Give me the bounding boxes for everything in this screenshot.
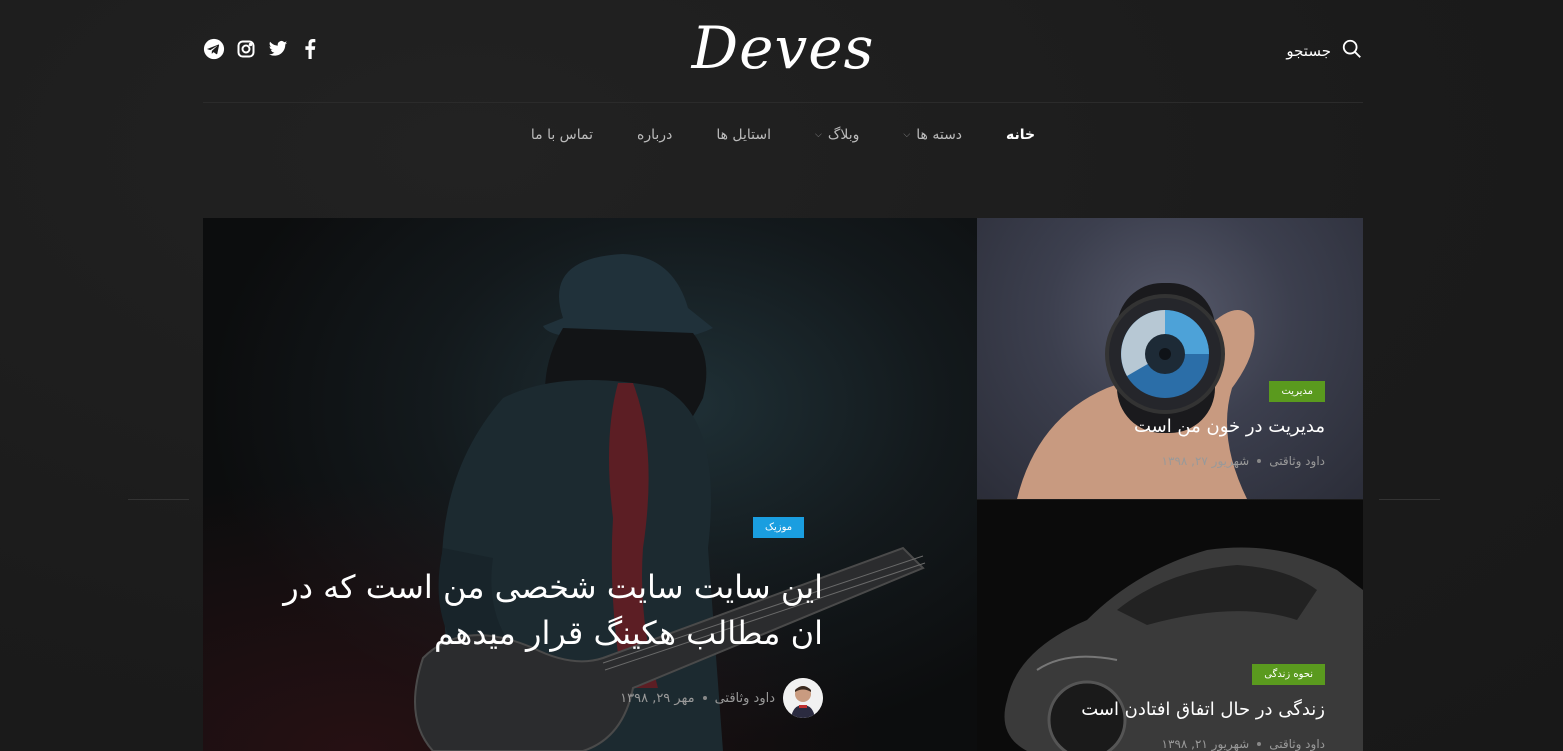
nav-item-categories[interactable]: دسته ها ⌵: [881, 127, 984, 143]
category-badge[interactable]: نحوه زندگی: [1252, 664, 1325, 685]
featured-image: [414, 254, 926, 751]
nav-item-label: استایل ها: [716, 127, 772, 143]
post-card[interactable]: مدیریت مدیریت در خون من است داود وثاقتی …: [977, 218, 1363, 499]
site-header: Deves جستجو: [203, 0, 1363, 103]
post-card[interactable]: نحوه زندگی زندگی در حال اتفاق افتادن است…: [977, 500, 1363, 751]
nav-item-contact[interactable]: تماس با ما: [509, 127, 615, 143]
main-nav: خانه دسته ها ⌵ وبلاگ ⌵ استایل ها درباره …: [203, 118, 1363, 152]
nav-item-label: وبلاگ: [827, 127, 860, 143]
nav-item-blog[interactable]: وبلاگ ⌵: [793, 127, 881, 143]
chevron-down-icon: ⌵: [815, 130, 822, 140]
nav-item-about[interactable]: درباره: [615, 127, 694, 143]
post-meta: داود وثاقتی شهریور ۲۷, ۱۳۹۸: [1162, 454, 1325, 468]
post-meta: داود وثاقتی مهر ۲۹, ۱۳۹۸: [620, 678, 823, 718]
search-button[interactable]: جستجو: [1286, 38, 1363, 64]
category-badge[interactable]: موزیک: [753, 517, 805, 538]
nav-item-home[interactable]: خانه: [984, 127, 1057, 143]
divider: [128, 499, 189, 500]
author-name[interactable]: داود وثاقتی: [715, 691, 775, 706]
category-badge[interactable]: مدیریت: [1269, 381, 1325, 402]
nav-item-label: تماس با ما: [530, 127, 594, 143]
featured-post[interactable]: موزیک این سایت سایت شخصی من است که در ان…: [203, 218, 977, 751]
search-icon: [1341, 38, 1363, 64]
featured-title[interactable]: این سایت سایت شخصی من است که در ان مطالب…: [263, 564, 823, 656]
separator-dot: [1257, 742, 1262, 746]
separator-dot: [702, 696, 707, 700]
search-label: جستجو: [1286, 42, 1331, 60]
nav-item-label: دسته ها: [916, 127, 963, 143]
nav-item-label: درباره: [637, 127, 673, 143]
post-title[interactable]: زندگی در حال اتفاق افتادن است: [985, 699, 1325, 720]
post-date: مهر ۲۹, ۱۳۹۸: [620, 690, 695, 706]
site-logo[interactable]: Deves: [203, 14, 1363, 82]
post-title[interactable]: مدیریت در خون من است: [1005, 416, 1325, 437]
chevron-down-icon: ⌵: [903, 130, 911, 140]
avatar[interactable]: [783, 678, 823, 718]
post-date: شهریور ۲۱, ۱۳۹۸: [1161, 737, 1250, 751]
nav-item-styles[interactable]: استایل ها: [694, 127, 793, 143]
author-name[interactable]: داود وثاقتی: [1269, 454, 1325, 468]
nav-item-label: خانه: [1006, 127, 1036, 143]
post-meta: داود وثاقتی شهریور ۲۱, ۱۳۹۸: [1162, 737, 1325, 751]
separator-dot: [1257, 459, 1262, 463]
divider: [1379, 499, 1440, 500]
post-date: شهریور ۲۷, ۱۳۹۸: [1161, 454, 1250, 468]
author-name[interactable]: داود وثاقتی: [1269, 737, 1325, 751]
